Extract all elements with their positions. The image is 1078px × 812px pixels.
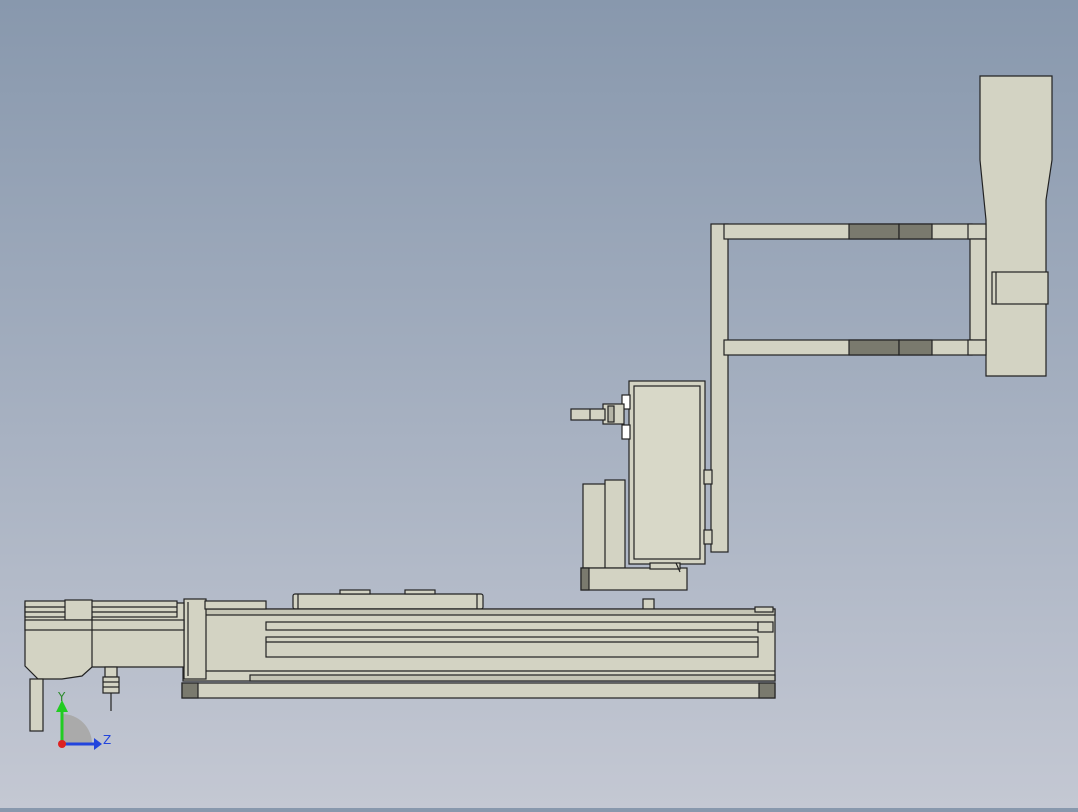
y-axis-label: Y [57,690,66,704]
carriage-plate [292,589,484,610]
model-view: Y Z [24,75,1053,750]
tower-support [979,75,1053,377]
x-axis-dot [58,740,66,748]
coordinate-triad: Y Z [56,690,111,750]
frame-arms [710,223,987,553]
motor-module [570,380,713,591]
locating-pin [642,598,655,611]
z-axis-label: Z [103,733,111,747]
left-end-motor [24,599,185,732]
linear-actuator [182,598,776,682]
graphics-viewport[interactable]: Y Z [0,0,1078,808]
base-plate [181,682,776,699]
